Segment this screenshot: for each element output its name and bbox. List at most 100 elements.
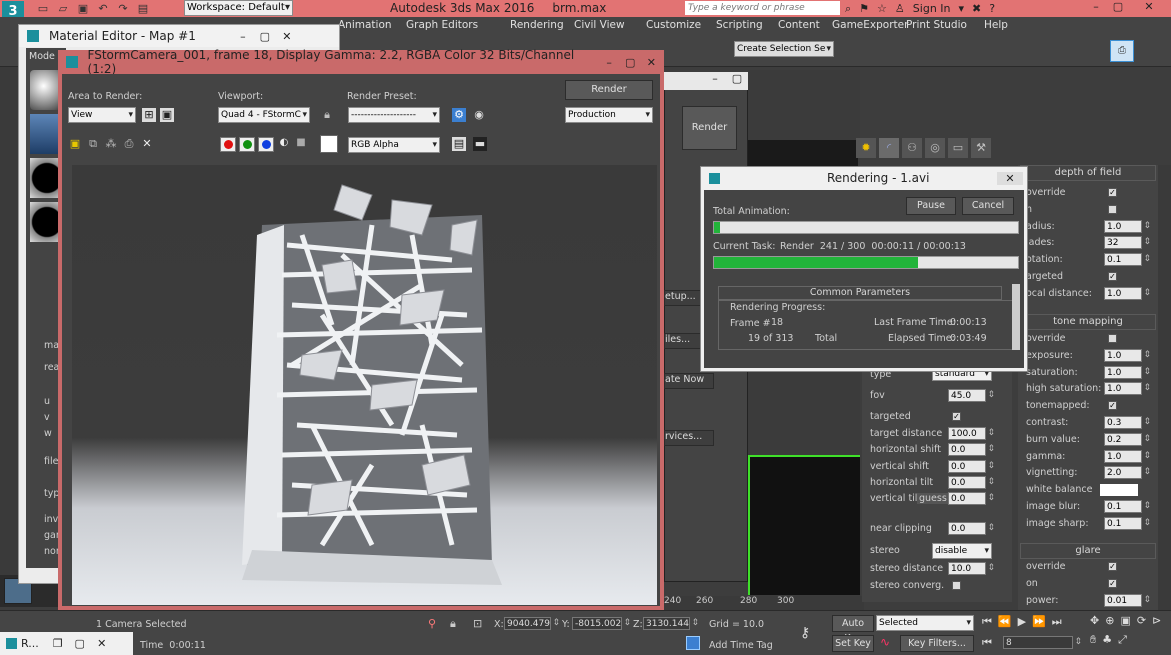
param-spinner[interactable]: 1.0 bbox=[1104, 348, 1151, 362]
menu-item[interactable]: GameExporter bbox=[832, 19, 908, 31]
maximize-icon[interactable]: ▢ bbox=[620, 56, 641, 69]
undo-icon[interactable]: ↶ bbox=[96, 2, 110, 16]
go-to-end-icon[interactable]: ⏭ bbox=[1052, 615, 1062, 629]
dof-header[interactable]: depth of field bbox=[1020, 165, 1156, 181]
param-spinner[interactable]: 1.0 bbox=[1104, 219, 1151, 233]
param-checkbox[interactable]: ✓ bbox=[1108, 401, 1117, 411]
menu-item[interactable]: Content bbox=[778, 19, 832, 31]
white-balance-swatch[interactable] bbox=[1100, 484, 1138, 497]
alpha-channel-icon[interactable]: ◐ bbox=[277, 137, 291, 152]
param-checkbox[interactable]: ✓ bbox=[1108, 188, 1117, 197]
auto-key-button[interactable]: Auto Key bbox=[832, 615, 874, 644]
copy-image-icon[interactable]: ⧉ bbox=[86, 137, 100, 151]
render-setup-render-button[interactable]: Render bbox=[682, 106, 737, 150]
close-icon[interactable]: ✕ bbox=[997, 171, 1023, 185]
orbit-icon[interactable]: ⟳ bbox=[1137, 614, 1146, 627]
maximize-icon[interactable]: ▢ bbox=[69, 637, 91, 650]
z-coordinate-field[interactable]: 3130.144 bbox=[643, 617, 699, 630]
maximize-icon[interactable]: ▢ bbox=[1107, 0, 1129, 13]
close-icon[interactable]: ✕ bbox=[91, 637, 113, 650]
favorites-icon[interactable]: ☆ bbox=[877, 2, 887, 15]
search-input[interactable]: Type a keyword or phrase bbox=[685, 1, 840, 15]
menu-item[interactable]: Graph Editors bbox=[406, 19, 510, 31]
param-checkbox[interactable]: ✓ bbox=[1108, 562, 1117, 571]
param-spinner[interactable]: 0.0 bbox=[948, 460, 995, 473]
zoom-all-icon[interactable]: ⊕ bbox=[1105, 614, 1114, 627]
right-scrollbar[interactable] bbox=[1158, 165, 1171, 610]
hierarchy-icon[interactable]: ⚇ bbox=[902, 138, 922, 158]
play-icon[interactable]: ▶ bbox=[1018, 615, 1026, 629]
taskbar-window[interactable]: R... ❐ ▢ ✕ bbox=[0, 632, 133, 655]
area-to-render-select[interactable]: View bbox=[68, 107, 136, 123]
param-checkbox[interactable] bbox=[1108, 334, 1117, 343]
selection-lock-icon[interactable]: 🔒︎ bbox=[450, 617, 456, 631]
monochrome-icon[interactable]: ■ bbox=[294, 137, 308, 152]
lock-icon[interactable]: 🔒︎ bbox=[320, 108, 334, 122]
user-icon[interactable]: ♙ bbox=[895, 2, 905, 15]
param-spinner[interactable]: 1.0 bbox=[1104, 286, 1151, 300]
x-coordinate-field[interactable]: 9040.479 bbox=[504, 617, 560, 630]
param-checkbox[interactable] bbox=[1108, 204, 1117, 214]
save-image-icon[interactable]: ▣ bbox=[68, 137, 82, 151]
param-spinner[interactable]: 0.3 bbox=[1104, 416, 1151, 429]
render-setup-button[interactable]: ate Now bbox=[664, 373, 714, 389]
param-spinner[interactable]: 100.0 bbox=[948, 427, 995, 440]
project-icon[interactable]: ▤ bbox=[136, 2, 150, 16]
edit-region-icon[interactable]: ⊞ bbox=[142, 108, 156, 122]
zoom-icon[interactable]: ✥ bbox=[1090, 614, 1099, 627]
sign-in-link[interactable]: Sign In bbox=[913, 2, 951, 15]
clone-window-icon[interactable]: ⁂ bbox=[104, 137, 118, 151]
tone-header[interactable]: tone mapping bbox=[1020, 314, 1156, 330]
param-spinner[interactable]: 1.0 bbox=[1104, 382, 1151, 396]
param-checkbox[interactable]: ✓ bbox=[952, 412, 961, 421]
key-tangent-icon[interactable]: ∿ bbox=[880, 635, 890, 649]
menu-item[interactable]: Animation bbox=[338, 19, 406, 31]
blue-channel-icon[interactable] bbox=[258, 137, 274, 152]
key-mode-toggle-icon[interactable]: ⏮ bbox=[982, 636, 992, 650]
close-icon[interactable]: ✕ bbox=[1129, 0, 1169, 13]
param-spinner[interactable]: 0.1 bbox=[1104, 516, 1151, 530]
param-spinner[interactable]: 10.0 bbox=[948, 562, 995, 575]
set-key-button[interactable]: Set Key bbox=[832, 635, 874, 652]
minimize-icon[interactable]: – bbox=[704, 72, 726, 90]
param-checkbox[interactable]: ✓ bbox=[1108, 578, 1117, 588]
search-icon[interactable]: ⌕ bbox=[845, 2, 851, 16]
clear-icon[interactable]: ✕ bbox=[140, 137, 154, 151]
workspace-select[interactable]: Workspace: Default bbox=[184, 0, 293, 16]
param-spinner[interactable]: 0.1 bbox=[1104, 253, 1151, 267]
render-frame-icon[interactable]: ⎙ bbox=[1110, 40, 1134, 62]
auto-region-icon[interactable]: ▣ bbox=[160, 108, 174, 122]
param-spinner[interactable]: 45.0 bbox=[948, 389, 995, 402]
selection-set-select[interactable]: Create Selection Se bbox=[734, 41, 834, 57]
param-spinner[interactable]: 0.0 bbox=[948, 492, 995, 505]
key-filters-button[interactable]: Key Filters... bbox=[900, 635, 974, 652]
render-button[interactable]: Render bbox=[565, 80, 653, 100]
maximize-icon[interactable]: ▢ bbox=[726, 72, 748, 90]
redo-icon[interactable]: ↷ bbox=[116, 2, 130, 16]
production-select[interactable]: Production bbox=[565, 107, 653, 123]
key-mode-select[interactable]: Selected bbox=[876, 615, 974, 631]
param-spinner[interactable]: 0.0 bbox=[948, 522, 995, 535]
param-spinner[interactable]: 0.0 bbox=[948, 443, 995, 456]
environment-icon[interactable]: ◉ bbox=[472, 108, 486, 122]
dialog-scrollbar[interactable] bbox=[1012, 284, 1020, 350]
close-icon[interactable]: ✕ bbox=[276, 30, 298, 43]
restore-icon[interactable]: ❐ bbox=[47, 637, 69, 650]
common-params-header[interactable]: Common Parameters bbox=[718, 286, 1002, 300]
new-file-icon[interactable]: ▭ bbox=[36, 2, 50, 16]
param-spinner[interactable]: 0.0 bbox=[948, 476, 995, 489]
toggle-ui-overlay-icon[interactable]: ▬ bbox=[473, 137, 487, 151]
maximize-viewport-icon[interactable]: ⤢ bbox=[1118, 633, 1127, 647]
param-spinner[interactable]: 0.01 bbox=[1104, 593, 1151, 607]
create-icon[interactable]: ✹ bbox=[856, 138, 876, 158]
utilities-icon[interactable]: ⚒ bbox=[971, 138, 991, 158]
green-channel-icon[interactable] bbox=[239, 137, 255, 152]
y-coordinate-field[interactable]: -8015.002 bbox=[572, 617, 631, 630]
minimize-icon[interactable]: – bbox=[232, 30, 254, 43]
time-tag-icon[interactable] bbox=[686, 636, 700, 650]
print-icon[interactable]: ⎙ bbox=[122, 137, 136, 151]
render-setup-icon[interactable]: ⚙ bbox=[452, 108, 466, 122]
open-file-icon[interactable]: ▱ bbox=[56, 2, 70, 16]
motion-icon[interactable]: ◎ bbox=[925, 138, 945, 158]
menu-item[interactable]: Customize bbox=[646, 19, 716, 31]
